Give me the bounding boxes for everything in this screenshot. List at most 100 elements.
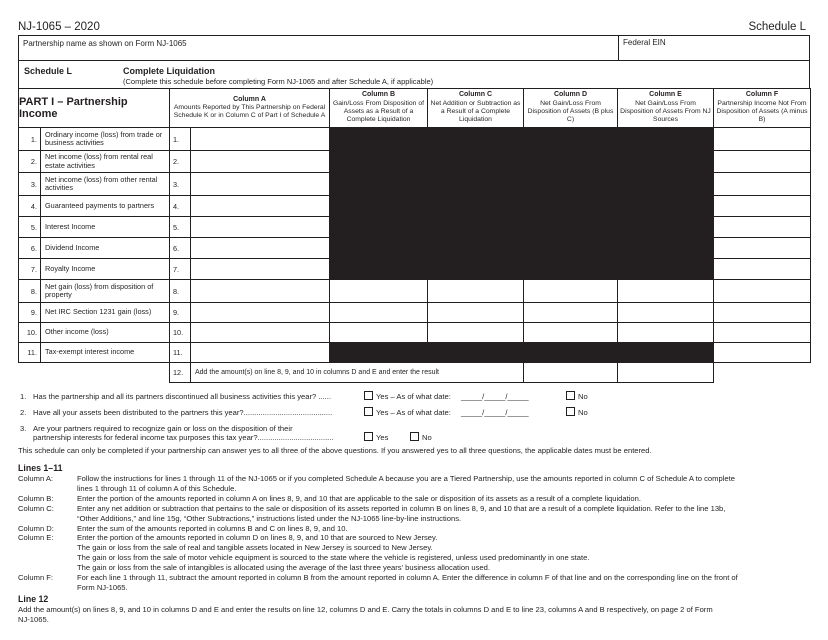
line-number: 8. [169, 279, 191, 303]
input-line10-col-a[interactable] [190, 322, 330, 343]
no-checkbox[interactable] [566, 407, 575, 416]
column-title: Column A [233, 95, 266, 103]
instruction-line: “Other Additions,” and line 15g, “Other … [77, 513, 462, 523]
input-line10-col-c[interactable] [427, 322, 524, 343]
row-description: Net gain (loss) from disposition of prop… [40, 279, 170, 303]
input-line10-col-f[interactable] [713, 322, 811, 343]
line-number: 10. [169, 322, 191, 343]
row-number: 8. [18, 279, 41, 303]
input-line3-col-f[interactable] [713, 172, 811, 196]
line-number: 11. [169, 342, 191, 363]
line-number-text: 5. [173, 222, 180, 232]
input-line5-col-a[interactable] [190, 216, 330, 238]
row-description: Royalty Income [40, 258, 170, 280]
question-text: Has the partnership and all its partners… [33, 392, 331, 401]
input-line2-col-a[interactable] [190, 150, 330, 173]
input-line4-col-a[interactable] [190, 195, 330, 217]
input-line9-col-e[interactable] [617, 302, 714, 323]
row-number-text: 4. [30, 201, 37, 211]
line-number-text: 8. [173, 286, 180, 296]
column-header-f: Column F Partnership Income Not From Disp… [713, 88, 811, 128]
question-number: 3. [20, 424, 27, 433]
input-line10-col-b[interactable] [329, 322, 428, 343]
row-number: 11. [18, 342, 41, 363]
instruction-line: The gain or loss from the sale of motor … [77, 553, 590, 563]
input-line9-col-c[interactable] [427, 302, 524, 323]
row-description-text: Net IRC Section 1231 gain (loss) [45, 307, 152, 317]
line-number-text: 9. [173, 308, 180, 317]
input-line9-col-a[interactable] [190, 302, 330, 323]
instruction-key: Column D: [18, 523, 54, 533]
yes-checkbox[interactable] [364, 407, 373, 416]
row-number: 4. [18, 195, 41, 217]
row-number-text: 10. [26, 328, 37, 337]
no-label: No [578, 408, 588, 417]
line-number: 4. [169, 195, 191, 217]
date-field[interactable]: _____/_____/_____ [461, 392, 529, 401]
federal-ein-label: Federal EIN [623, 38, 666, 47]
input-line3-col-a[interactable] [190, 172, 330, 196]
instruction-key: Column F: [18, 573, 54, 582]
instruction-text: Enter the portion of the amounts reporte… [77, 533, 808, 573]
input-line6-col-f[interactable] [713, 237, 811, 259]
input-line9-col-f[interactable] [713, 302, 811, 323]
yes-checkbox[interactable] [364, 391, 373, 400]
input-line8-col-f[interactable] [713, 279, 811, 303]
line-12-heading: Line 12 [18, 593, 49, 604]
row-description-text: Net gain (loss) from disposition of prop… [45, 281, 154, 299]
input-line12-col-e[interactable] [617, 362, 714, 383]
schedule-label-header: Schedule L [748, 21, 806, 33]
input-line4-col-f[interactable] [713, 195, 811, 217]
yes-label: Yes – As of what date: [376, 408, 451, 417]
no-checkbox[interactable] [410, 432, 419, 441]
lines-1-11-heading: Lines 1–11 [18, 463, 63, 473]
instruction-key: Column C: [18, 503, 54, 513]
input-line5-col-f[interactable] [713, 216, 811, 238]
input-line7-col-a[interactable] [190, 258, 330, 280]
line-12-instruction-line: Add the amount(s) on lines 8, 9, and 10 … [18, 604, 713, 614]
input-line8-col-e[interactable] [617, 279, 714, 303]
yes-label: Yes – As of what date: [376, 392, 451, 401]
input-line8-col-b[interactable] [329, 279, 428, 303]
line-number-text: 1. [173, 134, 180, 144]
partnership-name-field[interactable] [19, 36, 618, 60]
input-line2-col-f[interactable] [713, 150, 811, 173]
input-line11-col-f[interactable] [713, 342, 811, 363]
row-description: Net income (loss) from rental real estat… [40, 150, 170, 173]
row-number-text: 1. [30, 134, 37, 144]
date-field[interactable]: _____/_____/_____ [461, 408, 529, 417]
input-line8-col-a[interactable] [190, 279, 330, 303]
line-number-text: 7. [173, 264, 180, 274]
input-line8-col-d[interactable] [523, 279, 618, 303]
input-line10-col-d[interactable] [523, 322, 618, 343]
input-line1-col-f[interactable] [713, 127, 811, 151]
row-number: 10. [18, 322, 41, 343]
input-line6-col-a[interactable] [190, 237, 330, 259]
row-description: Ordinary income (loss) from trade or bus… [40, 127, 170, 151]
column-description: Amounts Reported by This Partnership on … [173, 103, 326, 120]
input-line1-col-a[interactable] [190, 127, 330, 151]
federal-ein-field[interactable]: Federal EIN [618, 35, 811, 61]
row-number-text: 7. [30, 264, 37, 274]
instruction-line: Enter any net addition or subtraction th… [77, 503, 726, 513]
instruction-key: Column A: [18, 474, 54, 483]
input-line12-col-d[interactable] [523, 362, 618, 383]
no-checkbox[interactable] [566, 391, 575, 400]
row-description-text: Net income (loss) from rental real estat… [45, 152, 153, 170]
row-description: Dividend Income [40, 237, 170, 259]
yes-label: Yes [376, 433, 389, 442]
instruction-text: Enter the sum of the amounts reported in… [77, 524, 808, 534]
row-number: 9. [18, 302, 41, 323]
input-line9-col-b[interactable] [329, 302, 428, 323]
instruction-line: The gain or loss from the sale of intang… [77, 563, 490, 573]
input-line8-col-c[interactable] [427, 279, 524, 303]
yes-checkbox[interactable] [364, 432, 373, 441]
input-line10-col-e[interactable] [617, 322, 714, 343]
input-line7-col-f[interactable] [713, 258, 811, 280]
input-line11-col-a[interactable] [190, 342, 330, 363]
instruction-text: Enter any net addition or subtraction th… [77, 504, 808, 524]
row-description-text: Interest Income [45, 221, 96, 231]
blocked-region-line-11 [329, 342, 714, 363]
input-line9-col-d[interactable] [523, 302, 618, 323]
row-description-text: Net income (loss) from other rental acti… [45, 174, 158, 192]
